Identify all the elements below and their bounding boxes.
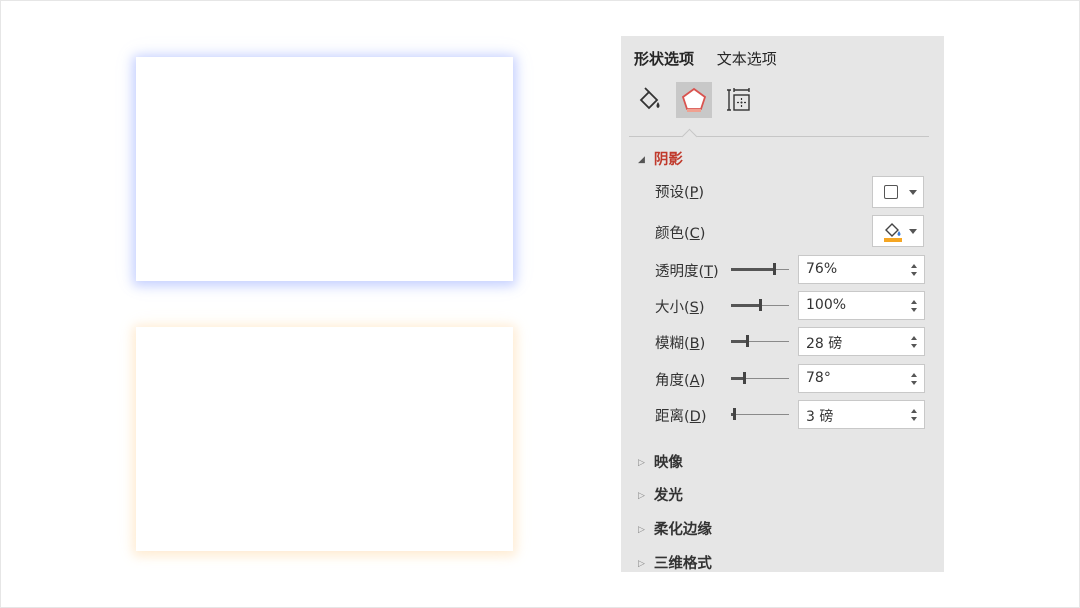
size-spinner[interactable]: 100% bbox=[798, 291, 925, 320]
format-shape-pane: 形状选项 文本选项 ◢ 阴影 预设(P) 颜色(C) 透明度(T) 76% 大小… bbox=[621, 36, 944, 572]
blur-spinner[interactable]: 28 磅 bbox=[798, 327, 925, 356]
shadow-preset-icon bbox=[884, 185, 898, 199]
spin-up-icon[interactable] bbox=[911, 336, 917, 340]
glow-section-header[interactable]: ▷ 发光 bbox=[638, 484, 683, 505]
preset-dropdown[interactable] bbox=[872, 176, 924, 208]
effects-pentagon-icon[interactable] bbox=[676, 82, 712, 118]
tab-shape-options[interactable]: 形状选项 bbox=[634, 48, 694, 69]
tab-divider bbox=[629, 136, 929, 137]
chevron-down-icon bbox=[909, 190, 917, 195]
paint-bucket-icon bbox=[884, 223, 902, 242]
collapsed-triangle-icon: ▷ bbox=[638, 525, 645, 535]
transparency-label: 透明度(T) bbox=[655, 264, 719, 280]
size-label: 大小(S) bbox=[655, 300, 705, 316]
preset-label: 预设(P) bbox=[655, 185, 705, 201]
3d-format-section-header[interactable]: ▷ 三维格式 bbox=[638, 552, 712, 572]
reflection-section-header[interactable]: ▷ 映像 bbox=[638, 451, 683, 472]
spin-down-icon[interactable] bbox=[911, 272, 917, 276]
angle-slider[interactable] bbox=[731, 372, 789, 384]
expanded-triangle-icon: ◢ bbox=[638, 155, 645, 165]
blur-slider[interactable] bbox=[731, 335, 789, 347]
distance-spinner[interactable]: 3 磅 bbox=[798, 400, 925, 429]
fill-line-icon[interactable] bbox=[631, 82, 667, 118]
spin-down-icon[interactable] bbox=[911, 308, 917, 312]
collapsed-triangle-icon: ▷ bbox=[638, 458, 645, 468]
shadow-section-title: 阴影 bbox=[653, 152, 683, 168]
transparency-spinner[interactable]: 76% bbox=[798, 255, 925, 284]
color-dropdown[interactable] bbox=[872, 215, 924, 247]
transparency-slider[interactable] bbox=[731, 263, 789, 275]
size-slider[interactable] bbox=[731, 299, 789, 311]
tab-text-options[interactable]: 文本选项 bbox=[717, 48, 777, 69]
blur-label: 模糊(B) bbox=[655, 336, 706, 352]
chevron-down-icon bbox=[909, 229, 917, 234]
angle-value: 78° bbox=[806, 370, 831, 386]
spin-down-icon[interactable] bbox=[911, 381, 917, 385]
orange-shadow-rectangle[interactable] bbox=[136, 327, 513, 551]
soft-edges-section-header[interactable]: ▷ 柔化边缘 bbox=[638, 518, 712, 539]
size-properties-icon[interactable] bbox=[721, 82, 757, 118]
angle-label: 角度(A) bbox=[655, 373, 706, 389]
collapsed-triangle-icon: ▷ bbox=[638, 491, 645, 501]
angle-spinner[interactable]: 78° bbox=[798, 364, 925, 393]
distance-slider[interactable] bbox=[731, 408, 789, 420]
spin-down-icon[interactable] bbox=[911, 417, 917, 421]
distance-value: 3 磅 bbox=[806, 409, 834, 425]
spin-down-icon[interactable] bbox=[911, 344, 917, 348]
color-label: 颜色(C) bbox=[655, 226, 706, 242]
blue-shadow-rectangle[interactable] bbox=[136, 57, 513, 281]
spin-up-icon[interactable] bbox=[911, 373, 917, 377]
collapsed-triangle-icon: ▷ bbox=[638, 559, 645, 569]
spin-up-icon[interactable] bbox=[911, 300, 917, 304]
color-swatch bbox=[884, 238, 902, 242]
shadow-section-header[interactable]: ◢ 阴影 bbox=[638, 148, 683, 169]
size-value: 100% bbox=[806, 297, 847, 313]
distance-label: 距离(D) bbox=[655, 409, 707, 425]
spin-up-icon[interactable] bbox=[911, 409, 917, 413]
transparency-value: 76% bbox=[806, 261, 838, 277]
selected-tab-pointer bbox=[681, 128, 698, 145]
pane-tabs: 形状选项 文本选项 bbox=[634, 48, 795, 69]
spin-up-icon[interactable] bbox=[911, 264, 917, 268]
blur-value: 28 磅 bbox=[806, 336, 843, 352]
